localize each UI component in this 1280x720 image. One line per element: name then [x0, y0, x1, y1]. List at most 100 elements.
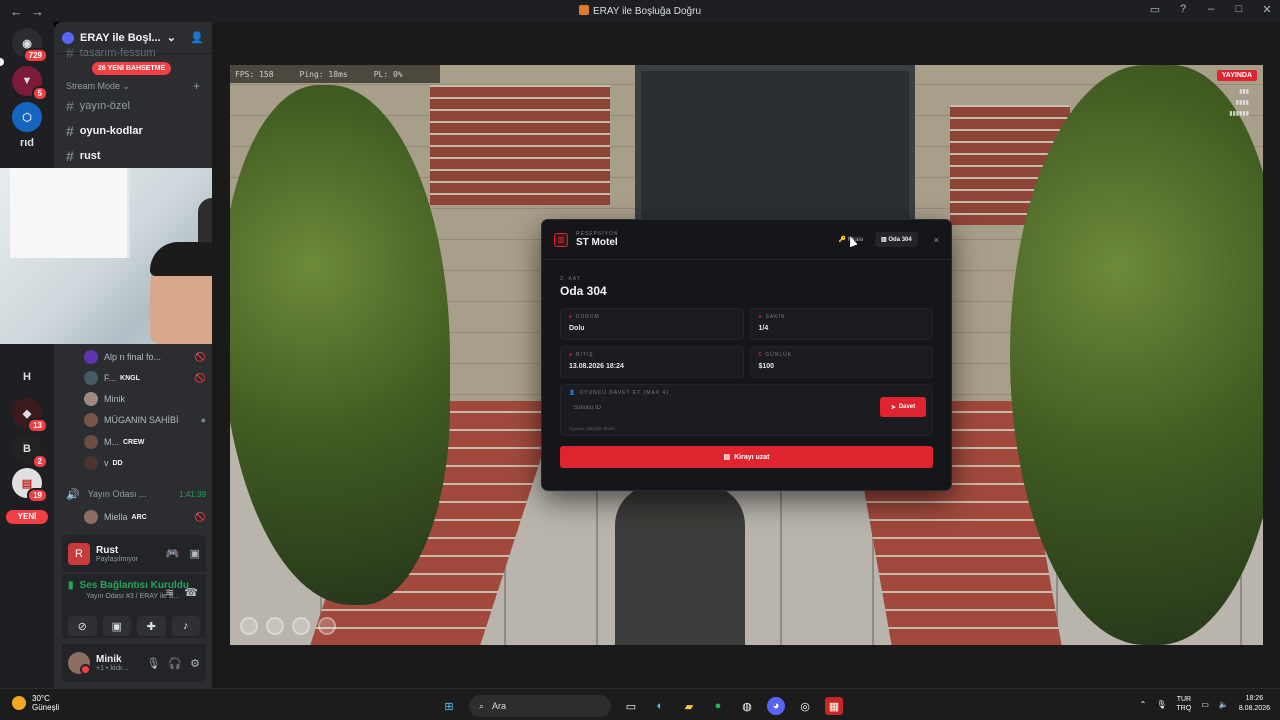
tab-room[interactable]: ▥ Oda 304: [875, 232, 918, 247]
start-icon[interactable]: ⊞: [440, 697, 458, 715]
settings-gear-icon[interactable]: ⚙: [190, 657, 200, 670]
inbox-icon[interactable]: ▭: [1148, 3, 1162, 16]
server-icon[interactable]: ◆ 13: [12, 398, 48, 433]
modal-header: ▥ RESEPSİYON ST Motel 🔑 Kirala ▥ Oda 304…: [542, 220, 951, 260]
server-rail: ◉ 729 ▼ 5 ⬡ rıd H ◆ 13 B2 ▤ 19 YENİ: [0, 22, 54, 688]
voice-user[interactable]: MÜGANIN SAHİBİ ●: [84, 411, 206, 429]
server-icon[interactable]: ▼ 5: [12, 66, 48, 101]
health-icon: [240, 617, 258, 635]
title-bar: ← → ERAY ile Boşluğa Doğru ▭ ? – □ ✕: [0, 0, 1280, 22]
direct-messages-button[interactable]: ◉ 729: [12, 28, 48, 63]
motel-logo-icon: ▥: [554, 232, 568, 247]
channel-item[interactable]: # yayın-özel: [60, 96, 206, 116]
weather-widget[interactable]: 30°C Güneşli: [12, 694, 59, 712]
player-character: [615, 485, 745, 645]
edge-icon[interactable]: ◐: [651, 697, 669, 715]
new-mentions-pill[interactable]: 26 YENİ BAHSETME: [92, 62, 172, 75]
microphone-icon[interactable]: 🎙: [146, 657, 160, 670]
microphone-tray-icon[interactable]: 🎙: [1156, 700, 1166, 709]
rust-app-icon[interactable]: ▦: [825, 697, 843, 715]
invite-button[interactable]: ➤ Davet: [880, 397, 926, 417]
task-view-icon[interactable]: ▭: [622, 697, 640, 715]
server-id-input[interactable]: [569, 400, 869, 416]
volume-icon[interactable]: 🔈: [1219, 700, 1229, 709]
webcam-background: [10, 168, 130, 258]
activities-button[interactable]: ✚: [137, 616, 166, 636]
noise-suppression-icon[interactable]: ≋: [165, 586, 174, 599]
channel-item[interactable]: # tasarım-fessum: [60, 45, 206, 61]
new-servers-badge[interactable]: YENİ: [6, 510, 48, 524]
live-badge: YAYINDA: [1216, 70, 1257, 81]
server-icon[interactable]: B2: [12, 434, 48, 469]
server-icon[interactable]: ▤ 19: [12, 468, 48, 503]
disconnect-icon[interactable]: ☎: [184, 586, 198, 599]
search-box[interactable]: ⌕ Ara: [469, 695, 611, 717]
close-icon[interactable]: ×: [934, 235, 939, 245]
user-plus-icon: 👤: [569, 390, 577, 396]
category-header[interactable]: Stream Mode ⌄: [66, 81, 130, 92]
app-logo-icon: [578, 5, 589, 15]
avatar: [84, 435, 98, 449]
avatar: [84, 456, 98, 470]
extend-rent-button[interactable]: ▤ Kirayı uzat: [560, 446, 933, 468]
avatar: [84, 413, 98, 427]
clock[interactable]: 18:26 8.08.2026: [1239, 694, 1270, 714]
share-screen-button[interactable]: ▣: [102, 616, 131, 636]
voice-user[interactable]: M... CREW: [84, 433, 206, 451]
file-explorer-icon[interactable]: ▰: [680, 697, 698, 715]
gamepad-icon[interactable]: 🎮: [166, 547, 180, 560]
system-tray: ⌃ 🎙 TUR TRQ ▭ 🔈 18:26 8.08.2026: [1140, 694, 1270, 714]
chevron-down-icon: ⌄: [166, 32, 176, 44]
chevron-up-icon[interactable]: ⌃: [1140, 700, 1147, 709]
channel-item[interactable]: # rust: [60, 146, 206, 166]
hash-icon: #: [66, 98, 74, 114]
voice-user[interactable]: F... KNGL 🚫: [84, 369, 206, 387]
headphones-icon[interactable]: 🎧: [168, 657, 182, 670]
voice-user[interactable]: Minik: [84, 390, 206, 408]
network-icon[interactable]: ▭: [1201, 700, 1209, 709]
unread-pill: [0, 58, 4, 66]
voice-user[interactable]: Miella ARC 🚫: [84, 508, 206, 526]
user-avatar[interactable]: [68, 652, 91, 675]
muted-icon: 🚫: [194, 511, 206, 522]
add-channel-icon[interactable]: +: [193, 79, 200, 93]
forward-icon[interactable]: →: [31, 4, 44, 19]
channel-item[interactable]: # oyun-kodlar: [60, 121, 206, 141]
invite-section: 👤OYUNCU DAVET ET (MAX 4) ➤ Davet Oyuncu …: [560, 384, 933, 436]
back-icon[interactable]: ←: [10, 4, 23, 19]
window-title: ERAY ile Boşluğa Doğru: [0, 5, 1280, 17]
avatar: [84, 371, 98, 385]
muted-icon: 🚫: [194, 351, 206, 362]
screen-share-icon[interactable]: ▣: [190, 547, 200, 560]
server-icon[interactable]: rıd: [12, 128, 42, 158]
voice-user[interactable]: Alp n final fo... 🚫: [84, 348, 206, 366]
status-hud: [240, 617, 336, 635]
spotify-icon[interactable]: ●: [709, 697, 727, 715]
maximize-button[interactable]: □: [1232, 3, 1246, 16]
github-icon[interactable]: ◍: [738, 697, 756, 715]
invite-icon[interactable]: 👤: [190, 31, 204, 44]
game-activity-panel: R Rust Paylaşılmıyor 🎮 ▣: [62, 535, 206, 572]
language-indicator[interactable]: TUR TRQ: [1177, 695, 1192, 713]
avatar: [84, 350, 98, 364]
hash-icon: #: [66, 148, 74, 164]
minimize-button[interactable]: –: [1204, 3, 1218, 16]
camera-off-button[interactable]: ⊘: [68, 616, 97, 636]
voice-user[interactable]: v DD: [84, 454, 206, 472]
hash-icon: #: [66, 45, 74, 61]
steam-icon[interactable]: ◎: [796, 697, 814, 715]
discord-icon[interactable]: ◕: [767, 697, 785, 715]
signal-icon: ▮: [68, 580, 74, 591]
help-icon[interactable]: ?: [1176, 3, 1190, 16]
status-dot-icon: ●: [569, 314, 574, 320]
clock-icon: ●: [569, 352, 574, 358]
room-title: Oda 304: [560, 284, 607, 298]
server-icon[interactable]: H: [12, 362, 42, 392]
voice-connection-panel: ▮ Ses Bağlantısı Kuruldu Yayın Odası #3 /…: [62, 574, 206, 638]
hash-icon: #: [66, 123, 74, 139]
close-button[interactable]: ✕: [1260, 3, 1274, 16]
voice-channel[interactable]: 🔊 Yayın Odası ... 1:41:39: [66, 486, 206, 502]
performance-hud: FPS: 158 Ping: 18ms PL: 0%: [230, 65, 440, 83]
soundboard-button[interactable]: ♪: [171, 616, 200, 636]
game-hud-info: ▮▮▮ ▮▮▮▮ ▮▮▮▮▮▮: [1229, 89, 1249, 117]
